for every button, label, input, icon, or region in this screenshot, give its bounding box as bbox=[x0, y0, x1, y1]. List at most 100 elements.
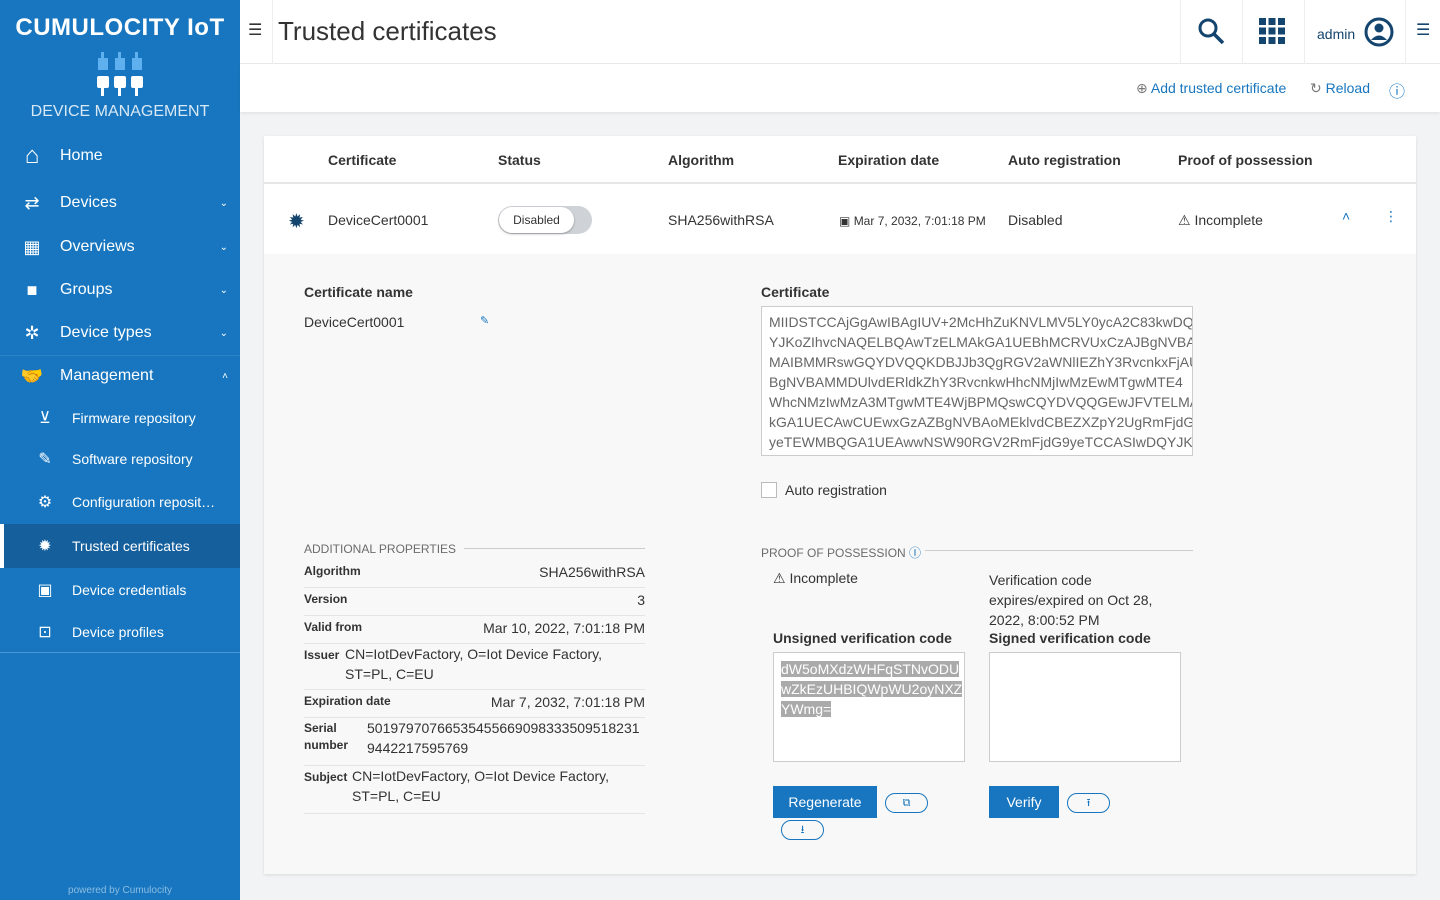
config-icon: ⚙ bbox=[37, 494, 53, 511]
property-key: Version bbox=[304, 592, 348, 606]
sidebar-item-trusted-certificates[interactable]: ✹ Trusted certificates bbox=[0, 524, 240, 568]
sidebar-item-device-types[interactable]: ✲ Device types ⌄ bbox=[0, 313, 240, 353]
sidebar-item-configuration-repository[interactable]: ⚙ Configuration reposit… bbox=[0, 481, 240, 523]
grid-icon bbox=[1259, 18, 1285, 44]
home-icon: ⌂ bbox=[24, 142, 40, 169]
add-trusted-certificate-button[interactable]: ⊕ Add trusted certificate bbox=[1136, 80, 1286, 97]
sidebar-item-software-repository[interactable]: ✎ Software repository bbox=[0, 439, 240, 479]
column-header[interactable]: Expiration date bbox=[838, 152, 939, 168]
certificates-table: Certificate Status Algorithm Expiration … bbox=[264, 136, 1416, 874]
page-title: Trusted certificates bbox=[278, 16, 497, 46]
property-row: Version 3 bbox=[304, 588, 645, 616]
sidebar-item-device-credentials[interactable]: ▣ Device credentials bbox=[0, 569, 240, 611]
app-switcher-button[interactable] bbox=[1242, 0, 1304, 64]
table-header: Certificate Status Algorithm Expiration … bbox=[264, 136, 1416, 184]
sidebar-item-overviews[interactable]: ▦ Overviews ⌄ bbox=[0, 227, 240, 267]
sidebar-item-firmware-repository[interactable]: ⊻ Firmware repository bbox=[0, 398, 240, 438]
unsigned-code-line: YWmg= bbox=[781, 701, 832, 717]
property-key: Valid from bbox=[304, 620, 363, 634]
certificate-icon: ✹ bbox=[288, 211, 305, 233]
sidebar: CUMULOCITY IoT DEVICE MANAGEMENT ⌂ Home ⇄… bbox=[0, 0, 240, 900]
help-icon[interactable]: ⓘ bbox=[906, 546, 921, 560]
sidebar-item-management[interactable]: 🤝 Management ˄ bbox=[0, 356, 240, 396]
user-icon bbox=[1364, 17, 1394, 47]
arrows-icon: ⇄ bbox=[24, 192, 40, 213]
auto-registration-checkbox[interactable] bbox=[761, 482, 777, 498]
powered-by: powered by Cumulocity bbox=[68, 885, 172, 896]
sidebar-item-groups[interactable]: ■ Groups ⌄ bbox=[0, 270, 240, 310]
certificate-details: Certificate name DeviceCert0001 ✎ Certif… bbox=[264, 254, 1416, 874]
app-name: DEVICE MANAGEMENT bbox=[30, 103, 210, 120]
handshake-icon: 🤝 bbox=[20, 365, 44, 386]
auto-registration: Disabled bbox=[1008, 212, 1063, 228]
satellite-icon: ✲ bbox=[24, 322, 40, 343]
sidebar-item-device-profiles[interactable]: ⊡ Device profiles bbox=[0, 611, 240, 653]
chevron-down-icon: ⌄ bbox=[219, 197, 228, 209]
certificate-line: MIIDSTCCAjGgAwIBAgIUV+2McHhZuKNVLMV5LY0y… bbox=[769, 314, 1193, 330]
column-header[interactable]: Status bbox=[498, 152, 541, 168]
property-row: Valid from Mar 10, 2022, 7:01:18 PM bbox=[304, 616, 645, 644]
upload-icon: ⭱ bbox=[1086, 797, 1091, 809]
folder-icon: ■ bbox=[26, 279, 38, 300]
expiration-date: ▣ Mar 7, 2032, 7:01:18 PM bbox=[839, 214, 986, 228]
unsigned-code-line: wZkEzUHBIQWpWU2oyNXZ bbox=[781, 681, 963, 697]
verify-button[interactable]: Verify bbox=[989, 786, 1059, 818]
header: ☰ Trusted certificates admin ☰ bbox=[240, 0, 1440, 64]
reload-button[interactable]: ↻ Reload bbox=[1310, 80, 1370, 97]
calendar-icon: ▣ bbox=[839, 214, 851, 228]
unsigned-code-label: Unsigned verification code bbox=[773, 630, 952, 646]
certificate-name-label: Certificate name bbox=[304, 284, 413, 300]
right-drawer-icon[interactable]: ☰ bbox=[1416, 20, 1430, 40]
property-key: Serial number bbox=[304, 721, 349, 752]
column-header[interactable]: Certificate bbox=[328, 152, 396, 168]
column-header[interactable]: Algorithm bbox=[668, 152, 734, 168]
edit-icon[interactable]: ✎ bbox=[480, 314, 489, 327]
download-button[interactable]: ⭳ bbox=[781, 820, 824, 840]
sidebar-item-devices[interactable]: ⇄ Devices ⌄ bbox=[0, 183, 240, 223]
column-header[interactable]: Auto registration bbox=[1008, 152, 1121, 168]
upload-button[interactable]: ⭱ bbox=[1067, 793, 1110, 813]
property-row: Expiration date Mar 7, 2032, 7:01:18 PM bbox=[304, 690, 645, 718]
software-icon: ✎ bbox=[38, 451, 52, 468]
certificate-icon: ✹ bbox=[38, 538, 52, 555]
certificate-line: MAIBMMRswGQYDVQQKDBJJb3QgRGV2aWNlIEZhY3R… bbox=[769, 354, 1193, 370]
status-label: Disabled bbox=[499, 207, 574, 233]
additional-properties-heading: Additional properties bbox=[304, 542, 465, 556]
signed-code-textarea[interactable] bbox=[989, 652, 1181, 762]
certificate-line: BgNVBAMMDUlvdERldkZhY3RvcnkwHhcNMjIwMzEw… bbox=[769, 374, 1183, 390]
property-value: Mar 7, 2032, 7:01:18 PM bbox=[490, 694, 645, 710]
more-actions-icon[interactable]: ⋮ bbox=[1384, 208, 1398, 225]
signed-code-label: Signed verification code bbox=[989, 630, 1151, 646]
property-value: 3 bbox=[637, 592, 645, 608]
user-menu[interactable]: admin bbox=[1304, 0, 1406, 64]
property-value: 5019797076653545566909833350951823194422… bbox=[367, 720, 640, 756]
property-row: Subject CN=IotDevFactory, O=Iot Device Fa… bbox=[304, 766, 645, 814]
property-row: Issuer CN=IotDevFactory, O=Iot Device Fac… bbox=[304, 644, 645, 690]
dashboard-icon: ▦ bbox=[23, 236, 41, 257]
warning-icon: ⚠ bbox=[1178, 212, 1191, 228]
regenerate-button[interactable]: Regenerate bbox=[773, 786, 877, 818]
open-external-button[interactable]: ⧉ bbox=[885, 793, 928, 813]
chevron-down-icon: ⌄ bbox=[219, 327, 228, 339]
toggle-sidebar-icon[interactable]: ☰ bbox=[248, 20, 262, 40]
help-icon[interactable]: ⓘ bbox=[1389, 78, 1405, 102]
certificate-line: kGA1UECAwCUEwxGzAZBgNVBAoMEklvdCBEZXZpY2… bbox=[769, 414, 1193, 430]
download-icon: ⭳ bbox=[800, 824, 805, 836]
search-button[interactable] bbox=[1180, 0, 1242, 64]
action-bar: ⊕ Add trusted certificate ↻ Reload ⓘ bbox=[240, 64, 1440, 112]
certificate-textarea[interactable]: MIIDSTCCAjGgAwIBAgIUV+2McHhZuKNVLMV5LY0y… bbox=[761, 306, 1193, 456]
unsigned-code-textarea[interactable]: dW5oMXdzWHFqSTNvODU wZkEzUHBIQWpWU2oyNXZ Y… bbox=[773, 652, 965, 762]
certificate-line: WhcNMzIwMzA3MTgwMTE4WjBPMQswCQYDVQQGEwJF… bbox=[769, 394, 1193, 410]
brand-title: CUMULOCITY IoT bbox=[15, 14, 225, 41]
search-icon bbox=[1198, 18, 1225, 45]
chevron-down-icon: ⌄ bbox=[219, 284, 228, 296]
username: admin bbox=[1317, 26, 1356, 42]
certificate-name: DeviceCert0001 bbox=[328, 212, 429, 228]
proof-of-possession: ⚠ Incomplete bbox=[1178, 212, 1263, 228]
collapse-icon[interactable]: ˄ bbox=[1342, 208, 1350, 224]
sidebar-item-home[interactable]: ⌂ Home bbox=[0, 136, 240, 176]
status-toggle[interactable]: Disabled bbox=[498, 206, 592, 234]
reload-icon: ↻ bbox=[1310, 80, 1322, 96]
chevron-up-icon: ˄ bbox=[222, 370, 228, 382]
column-header[interactable]: Proof of possession bbox=[1178, 152, 1313, 168]
